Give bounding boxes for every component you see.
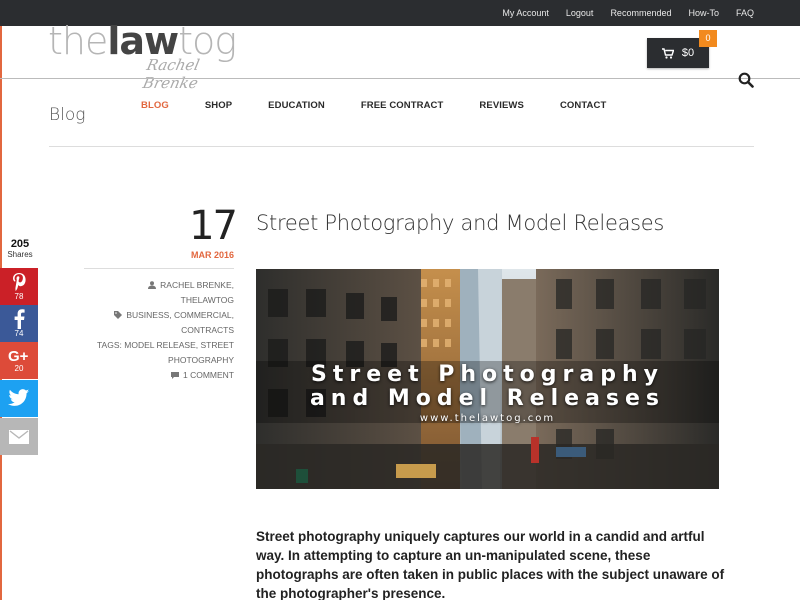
my-account-link[interactable]: My Account <box>502 8 549 18</box>
pinterest-count: 78 <box>14 292 24 301</box>
post-body-paragraph: Street photography uniquely captures our… <box>256 529 725 600</box>
main-nav: BLOG SHOP EDUCATION FREE CONTRACT REVIEW… <box>141 100 642 111</box>
twitter-icon <box>8 389 30 406</box>
site-logo[interactable]: thelawtog Rachel Brenke <box>48 22 237 92</box>
googleplus-share-button[interactable]: G+ 20 <box>0 342 38 379</box>
post-date-month: MAR 2016 <box>190 250 234 260</box>
svg-text:G+: G+ <box>8 348 29 364</box>
user-icon <box>148 281 157 289</box>
pinterest-share-button[interactable]: 78 <box>0 268 38 305</box>
tag-icon <box>114 311 123 319</box>
facebook-share-button[interactable]: 74 <box>0 305 38 342</box>
hero-title-line-1: Street Photography <box>311 362 664 387</box>
post-hero-image[interactable]: Street Photography and Model Releases ww… <box>256 269 719 489</box>
nav-divider <box>49 146 754 147</box>
post-meta: RACHEL BRENKE, THELAWTOG BUSINESS, COMME… <box>94 278 234 383</box>
search-icon[interactable] <box>738 72 754 88</box>
nav-contact[interactable]: CONTACT <box>560 100 606 111</box>
header-divider <box>0 78 800 79</box>
post-date-day: 17 <box>189 203 238 249</box>
share-total-label: Shares <box>7 250 33 259</box>
post-categories-link[interactable]: BUSINESS, COMMERCIAL, <box>126 310 234 320</box>
post-comments-row: 1 COMMENT <box>94 368 234 383</box>
post-tags-link[interactable]: MODEL RELEASE, STREET <box>124 340 234 350</box>
faq-link[interactable]: FAQ <box>736 8 754 18</box>
comment-icon <box>171 372 179 379</box>
post-tags-link-2[interactable]: PHOTOGRAPHY <box>168 355 234 365</box>
twitter-share-button[interactable] <box>0 380 38 417</box>
page-section-title: Blog <box>49 105 86 125</box>
cart-amount: $0 <box>681 47 695 59</box>
logout-link[interactable]: Logout <box>566 8 594 18</box>
pinterest-icon <box>13 273 26 291</box>
post-title[interactable]: Street Photography and Model Releases <box>256 211 664 235</box>
nav-free-contract[interactable]: FREE CONTRACT <box>361 100 444 111</box>
recommended-link[interactable]: Recommended <box>610 8 671 18</box>
hero-title-line-2: and Model Releases <box>309 386 666 411</box>
email-icon <box>9 430 29 444</box>
how-to-link[interactable]: How-To <box>688 8 719 18</box>
nav-blog[interactable]: BLOG <box>141 100 169 111</box>
googleplus-icon: G+ <box>8 348 29 364</box>
cart-icon <box>661 47 674 59</box>
post-tags-row: TAGS: MODEL RELEASE, STREET <box>94 338 234 353</box>
post-authors-link[interactable]: RACHEL BRENKE, THELAWTOG <box>160 280 234 305</box>
post-authors-row: RACHEL BRENKE, THELAWTOG <box>94 278 234 308</box>
email-share-button[interactable] <box>0 418 38 455</box>
share-total: 205 Shares <box>0 238 40 259</box>
post-categories-row: BUSINESS, COMMERCIAL, <box>94 308 234 323</box>
logo-signature: Rachel Brenke <box>141 56 202 92</box>
hero-url: www.thelawtog.com <box>419 413 556 424</box>
share-total-count: 205 <box>10 238 30 250</box>
post-categories-row-2: CONTRACTS <box>94 323 234 338</box>
cart-count-badge: 0 <box>699 30 717 47</box>
nav-shop[interactable]: SHOP <box>205 100 232 111</box>
facebook-count: 74 <box>14 329 24 338</box>
logo-wordmark: thelawtog <box>48 19 237 63</box>
nav-reviews[interactable]: REVIEWS <box>479 100 524 111</box>
nav-education[interactable]: EDUCATION <box>268 100 325 111</box>
facebook-icon <box>14 309 25 329</box>
post-tags-row-2: PHOTOGRAPHY <box>94 353 234 368</box>
post-categories-link-2[interactable]: CONTRACTS <box>181 325 234 335</box>
googleplus-count: 20 <box>14 364 24 373</box>
post-comments-link[interactable]: 1 COMMENT <box>183 370 234 380</box>
post-tags-label: TAGS: <box>97 340 122 350</box>
hero-caption: Street Photography and Model Releases ww… <box>256 362 719 425</box>
meta-divider <box>84 268 234 269</box>
